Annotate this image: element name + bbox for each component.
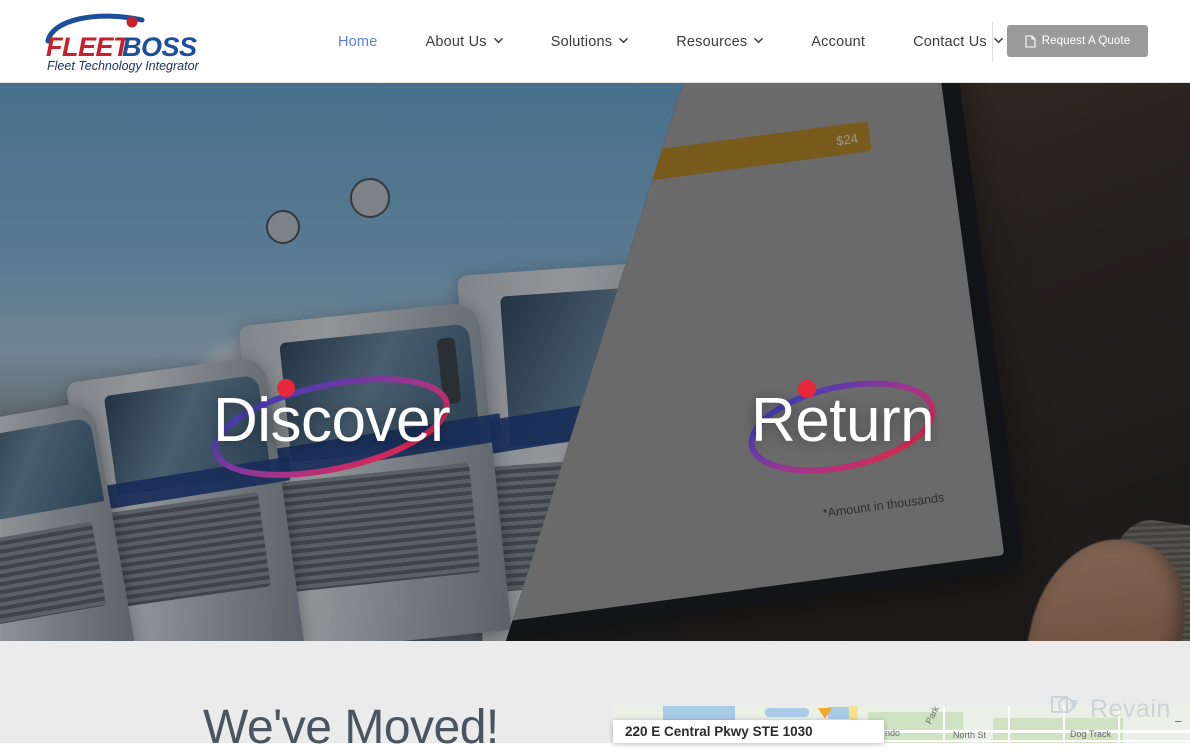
nav-item-account[interactable]: Account — [787, 34, 889, 50]
request-a-quote-button[interactable]: Request A Quote — [1007, 25, 1148, 57]
map-water — [663, 706, 735, 720]
nav-label: Contact Us — [913, 33, 987, 50]
map-water — [765, 708, 809, 717]
map-road — [1118, 706, 1120, 743]
map-label: North St — [953, 730, 987, 740]
map-marker-icon — [818, 708, 832, 719]
hero-word-return: Return — [751, 386, 935, 455]
header-divider — [992, 22, 993, 62]
quote-button-label: Request A Quote — [1041, 35, 1131, 47]
chevron-down-icon — [493, 36, 503, 45]
bar-value-label: $24 — [835, 130, 859, 148]
svg-text:FLEET: FLEET — [46, 32, 132, 62]
nav-label: Home — [338, 33, 378, 50]
nav-label: Account — [811, 33, 866, 50]
document-icon — [1025, 34, 1036, 48]
address-info-card[interactable]: 220 E Central Pkwy STE 1030 — [613, 720, 884, 743]
nav-item-resources[interactable]: Resources — [652, 34, 787, 50]
chevron-down-icon — [994, 36, 1003, 45]
map-road — [1063, 706, 1065, 743]
svg-text:BOSS: BOSS — [122, 32, 197, 62]
map-road — [943, 706, 945, 743]
nav-item-about-us[interactable]: About Us — [401, 34, 526, 50]
fleetboss-logo[interactable]: FLEET BOSS Fleet Technology Integrator — [38, 8, 218, 73]
map-highway — [849, 706, 858, 720]
site-header: FLEET BOSS Fleet Technology Integrator H… — [0, 0, 1190, 83]
hero-section: Support 0 Notifications user@company.com — [0, 83, 1190, 641]
hero-word-discover: Discover — [213, 386, 451, 455]
map-label: Dog Track — [1070, 729, 1112, 739]
nav-label: Resources — [676, 33, 748, 50]
svg-text:Fleet Technology Integrator: Fleet Technology Integrator — [47, 59, 200, 73]
nav-item-solutions[interactable]: Solutions — [527, 34, 652, 50]
chevron-down-icon — [754, 36, 764, 45]
map-label: ndo — [885, 728, 901, 738]
logo-graphic: FLEET BOSS Fleet Technology Integrator — [45, 13, 200, 73]
weve-moved-heading: We've Moved! — [203, 701, 499, 754]
map-road — [1008, 706, 1010, 743]
nav-label: Solutions — [550, 33, 613, 50]
address-text: 220 E Central Pkwy STE 1030 — [625, 724, 813, 739]
main-navigation: Home About Us Solutions Resources Accoun… — [338, 0, 1027, 83]
chevron-down-icon — [619, 36, 629, 45]
chart-footnote: *Amount in thousands — [821, 490, 946, 521]
map-zoom-out-button[interactable]: − — [1174, 714, 1182, 729]
nav-item-home[interactable]: Home — [338, 34, 401, 50]
nav-label: About Us — [425, 33, 487, 50]
